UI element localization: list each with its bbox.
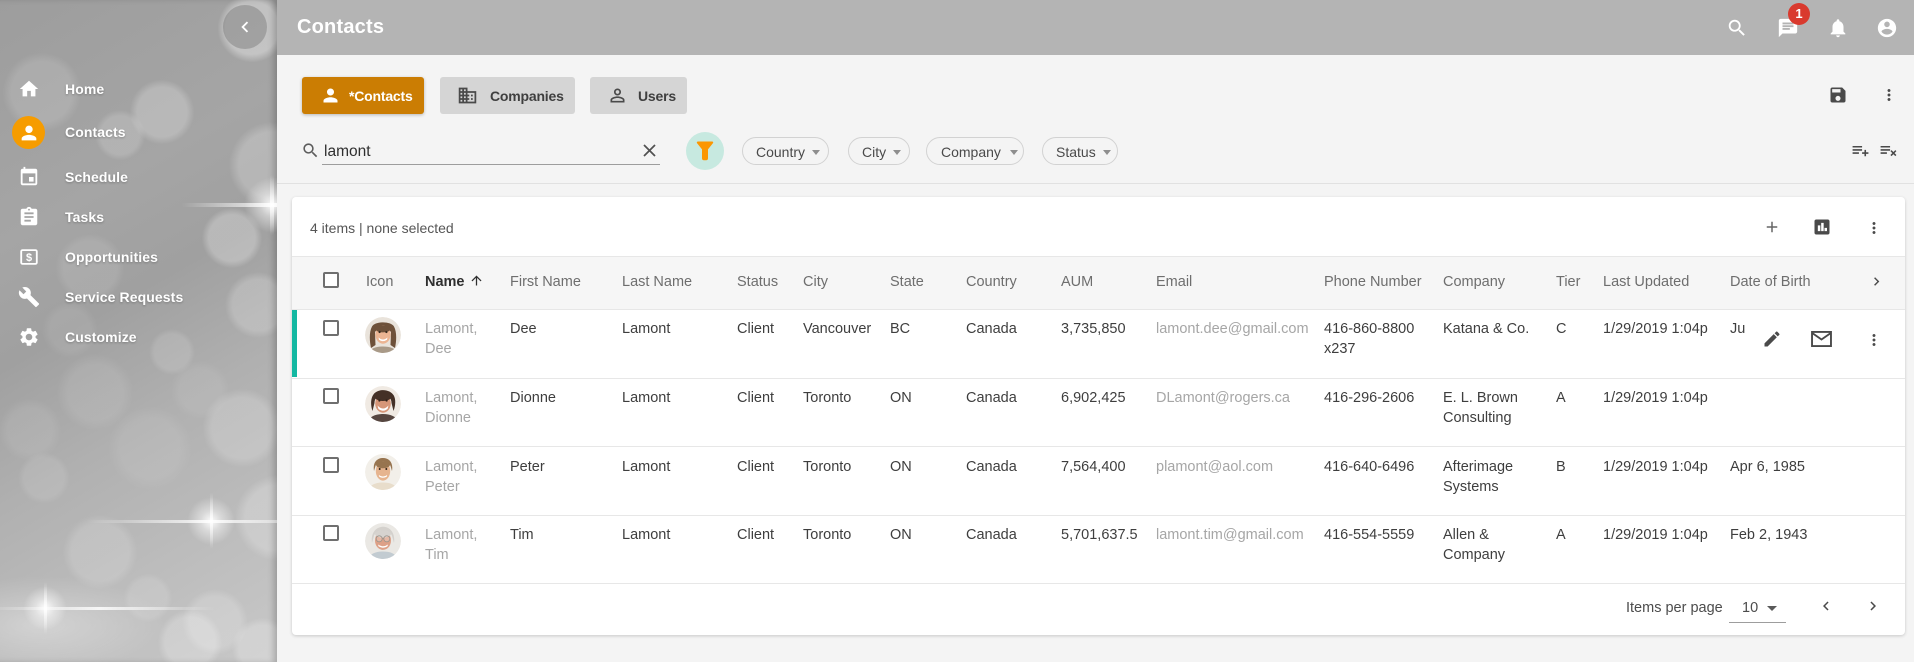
svg-text:$: $ [26,252,32,264]
